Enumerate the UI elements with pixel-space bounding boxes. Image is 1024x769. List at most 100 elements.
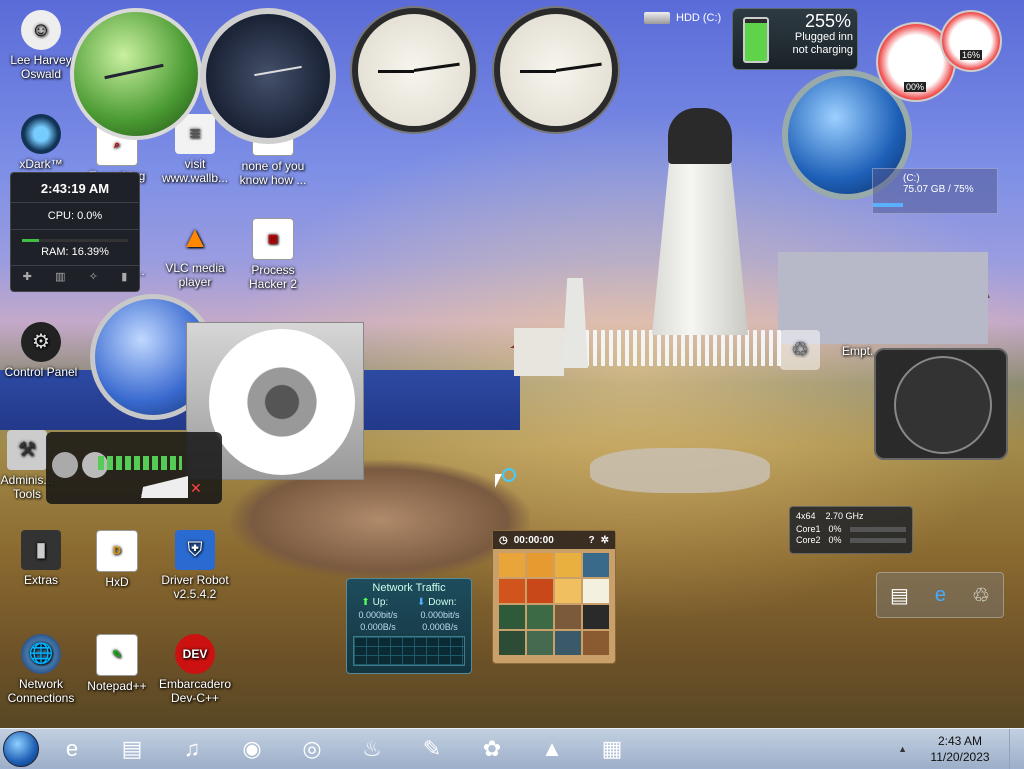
- windows-orb-icon: [3, 731, 39, 767]
- shuffle-icon[interactable]: ✲: [601, 535, 609, 546]
- desktop-icon-processhacker[interactable]: ▥ Process Hacker 2: [232, 218, 314, 291]
- speaker-knob-icon[interactable]: [52, 452, 78, 478]
- volume-slider[interactable]: [98, 476, 188, 498]
- puzzle-tile[interactable]: [527, 631, 553, 655]
- taskbar-app-music[interactable]: ♫: [162, 731, 222, 767]
- taskbar-clock[interactable]: 2:43 AM 11/20/2023: [915, 733, 1005, 765]
- volume-mixer-gadget[interactable]: ✕: [46, 432, 222, 504]
- puzzle-tile[interactable]: [499, 631, 525, 655]
- rolex-clock-gadget[interactable]: [200, 8, 336, 144]
- add-icon[interactable]: ✚: [23, 270, 32, 283]
- picture-puzzle-gadget[interactable]: ◷ 00:00:00 ? ✲: [492, 530, 616, 664]
- recycle-bin-icon: ♲: [780, 330, 820, 370]
- taskbar-app-aimp[interactable]: ▲: [522, 731, 582, 767]
- help-icon[interactable]: ?: [589, 535, 595, 546]
- launcher-gadget[interactable]: ▤ e ♲: [876, 572, 1004, 618]
- taskbar-app-firefox[interactable]: ◉: [222, 731, 282, 767]
- desktop-icon-extras[interactable]: ▮ Extras: [0, 530, 82, 587]
- clock-hand: [104, 63, 164, 80]
- drive-label: (C:): [903, 173, 920, 184]
- battery-gadget[interactable]: 255% Plugged inn not charging: [732, 8, 858, 70]
- hdd-gadget[interactable]: HDD (C:): [644, 8, 730, 28]
- battery-percent: 255%: [804, 11, 851, 31]
- puzzle-tile[interactable]: [555, 579, 581, 603]
- internet-explorer-icon[interactable]: e: [935, 584, 946, 607]
- recycle-bin-icon[interactable]: ♲: [972, 583, 990, 608]
- puzzle-tile[interactable]: [555, 553, 581, 577]
- desktop-icon-controlpanel[interactable]: ⚙ Control Panel: [0, 322, 82, 379]
- taskbar-app-ie[interactable]: e: [42, 731, 102, 767]
- cpu-info-gadget[interactable]: 4x64 2.70 GHz Core1 0% Core2 0%: [789, 506, 913, 554]
- puzzle-tile[interactable]: [583, 553, 609, 577]
- show-desktop-button[interactable]: [1009, 729, 1024, 769]
- lock-icon[interactable]: ▮: [121, 270, 127, 283]
- taskbar-app-java[interactable]: ♨: [342, 731, 402, 767]
- aviator-clock-gadget[interactable]: [874, 348, 1008, 460]
- folder-icon: ▮: [21, 530, 61, 570]
- network-title: Network Traffic: [372, 582, 446, 594]
- desktop-icon-hxd[interactable]: D HxD: [76, 530, 158, 589]
- analog-clock-2[interactable]: [494, 8, 618, 132]
- clock-hand: [413, 62, 460, 72]
- icon-label: Network Connections: [7, 677, 75, 705]
- desktop-icon-recyclebin[interactable]: ♲ Empt...: [780, 330, 880, 373]
- cpu-freq: 2.70 GHz: [825, 511, 864, 521]
- gauge-value: 00%: [904, 82, 927, 92]
- puzzle-grid[interactable]: [493, 549, 615, 659]
- network-bytes: 0.000B/s 0.000B/s: [347, 622, 471, 632]
- clock-hand: [555, 62, 602, 72]
- up-bits: 0.000bit/s: [358, 610, 398, 620]
- control-panel-icon: ⚙: [21, 322, 61, 362]
- desktop-icon-driverrobot[interactable]: ⛨ Driver Robot v2.5.4.2: [154, 530, 236, 601]
- start-button[interactable]: [0, 729, 42, 769]
- core2-row: Core2 0%: [796, 535, 906, 545]
- network-traffic-gadget[interactable]: Network Traffic ⬆ Up: ⬇ Down: 0.000bit/s…: [346, 578, 472, 674]
- desktop-icon-notepadpp[interactable]: ✎ Notepad++: [76, 634, 158, 693]
- wrench-icon[interactable]: ✧: [89, 270, 98, 283]
- puzzle-tile[interactable]: [583, 631, 609, 655]
- store-icon[interactable]: ▤: [890, 583, 909, 608]
- clock-hand: [378, 70, 414, 73]
- monitor-icon[interactable]: ▥: [55, 270, 65, 283]
- puzzle-tile[interactable]: [527, 579, 553, 603]
- ram-bar: [22, 239, 128, 242]
- puzzle-tile[interactable]: [555, 605, 581, 629]
- system-tray: ▲ 2:43 AM 11/20/2023: [898, 729, 1024, 769]
- admin-tools-icon: ⚒: [7, 430, 47, 470]
- puzzle-tile[interactable]: [583, 605, 609, 629]
- taskbar-apps: e ▤ ♫ ◉ ◎ ♨ ✎ ✿ ▲ ▦: [42, 731, 642, 767]
- taskbar-app-npp[interactable]: ▦: [582, 731, 642, 767]
- desktop-icon-vlc[interactable]: ▲ VLC media player: [154, 218, 236, 290]
- desktop-icon-devcpp[interactable]: DEV Embarcadero Dev-C++: [154, 634, 236, 705]
- tray-expand-icon[interactable]: ▲: [898, 744, 907, 754]
- puzzle-tile[interactable]: [499, 605, 525, 629]
- sysmon-toolbar: ✚ ▥ ✧ ▮: [11, 266, 139, 283]
- desktop-icon-xdark[interactable]: xDark™: [0, 114, 82, 171]
- puzzle-tile[interactable]: [583, 579, 609, 603]
- hdd-label: HDD (C:): [676, 12, 722, 24]
- store-icon: ▤: [121, 736, 143, 761]
- cd-disc-icon: [209, 329, 355, 475]
- user-icon: ☺: [21, 10, 61, 50]
- puzzle-tile[interactable]: [527, 605, 553, 629]
- green-clock-gadget[interactable]: [70, 8, 202, 140]
- puzzle-tile[interactable]: [527, 553, 553, 577]
- mute-icon[interactable]: ✕: [190, 480, 216, 500]
- analog-clock-1[interactable]: [352, 8, 476, 132]
- puzzle-tile[interactable]: [499, 553, 525, 577]
- process-hacker-icon: ▥: [252, 218, 294, 260]
- battery-status-line2: not charging: [792, 44, 853, 56]
- memory-gauge[interactable]: 16%: [940, 10, 1002, 72]
- system-monitor-gadget[interactable]: 2:43:19 AM CPU: 0.0% RAM: 16.39% ✚ ▥ ✧ ▮: [10, 172, 140, 292]
- puzzle-tile[interactable]: [555, 631, 581, 655]
- taskbar-date: 11/20/2023: [930, 750, 990, 764]
- taskbar-time: 2:43 AM: [937, 734, 983, 748]
- taskbar-app-tool[interactable]: ✎: [402, 731, 462, 767]
- drive-meter-gadget[interactable]: (C:) 75.07 GB / 75%: [872, 168, 998, 214]
- taskbar-app-store[interactable]: ▤: [102, 731, 162, 767]
- taskbar-app-paint[interactable]: ✿: [462, 731, 522, 767]
- taskbar-app-chrome[interactable]: ◎: [282, 731, 342, 767]
- puzzle-tile[interactable]: [499, 579, 525, 603]
- core2-label: Core2: [796, 535, 821, 545]
- desktop-icon-network[interactable]: 🌐 Network Connections: [0, 634, 82, 705]
